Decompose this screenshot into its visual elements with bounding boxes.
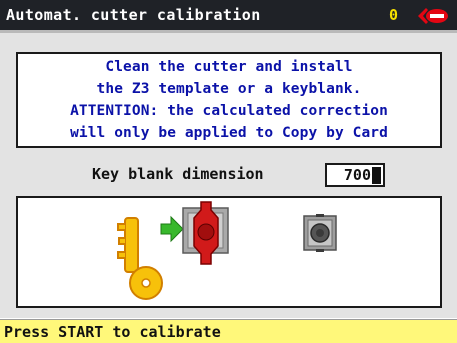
silca-key-logo-icon [418, 8, 448, 24]
instruction-line: will only be applied to Copy by Card [70, 125, 388, 141]
key-blank-dimension-field[interactable]: 700 [325, 163, 385, 187]
red-clamp-icon [182, 201, 229, 265]
text-cursor [372, 166, 381, 184]
status-message: Press START to calibrate [4, 323, 221, 341]
arrow-right-icon [160, 215, 184, 243]
gray-clamp-icon [303, 214, 337, 252]
status-bar: Press START to calibrate [0, 319, 457, 343]
instruction-line: Clean the cutter and install [105, 59, 353, 75]
calibration-graphic [117, 201, 337, 300]
key-blank-dimension-row: Key blank dimension 700 [0, 163, 457, 187]
window-title: Automat. cutter calibration [6, 6, 261, 24]
instruction-line: ATTENTION: the calculated correction [70, 103, 388, 119]
instruction-box: Clean the cutter and install the Z3 temp… [16, 52, 442, 148]
key-blank-dimension-label: Key blank dimension [92, 165, 264, 183]
key-icon [117, 217, 163, 300]
instruction-line: the Z3 template or a keyblank. [96, 81, 362, 97]
counter-value: 0 [389, 6, 399, 24]
calibration-graphic-panel [16, 196, 442, 308]
calibration-screen: Automat. cutter calibration 0 Clean the … [0, 0, 457, 343]
key-blank-dimension-value: 700 [343, 166, 371, 184]
title-bar: Automat. cutter calibration 0 [0, 0, 457, 33]
